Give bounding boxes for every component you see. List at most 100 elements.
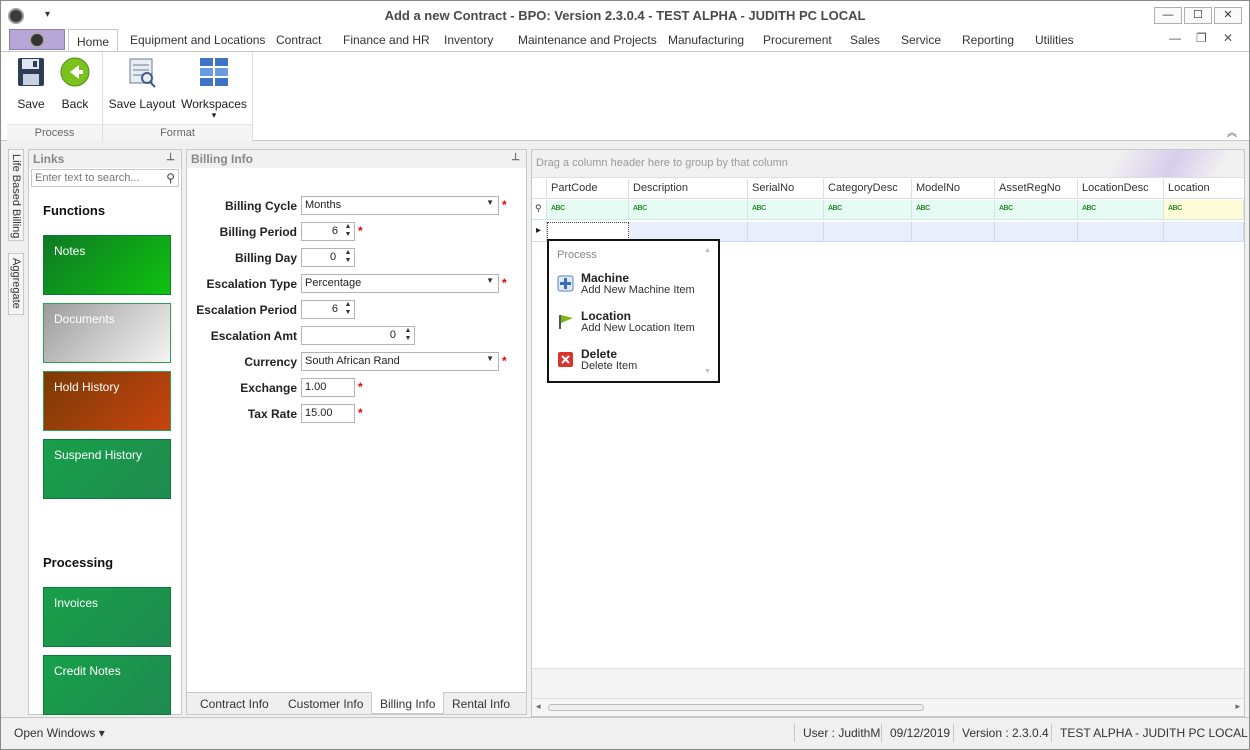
spinner-arrows-icon[interactable]: ▲ ▼ [403, 327, 413, 344]
ribbon: Save Back Process Save Layout Workspaces… [1, 51, 1249, 141]
exchange-input[interactable]: 1.00 [301, 378, 355, 397]
side-tab-life-based-billing[interactable]: Life Based Billing [8, 149, 24, 241]
application-menu-button[interactable] [9, 29, 65, 50]
collapse-ribbon-icon[interactable]: ︽ [1227, 124, 1237, 139]
ribbon-group-process: Save Back Process [7, 52, 103, 141]
filter-cell-description[interactable]: ABC [629, 200, 748, 220]
grid-cell-modelno[interactable] [912, 222, 995, 242]
notes-tile[interactable]: Notes [43, 235, 171, 295]
context-menu-caption: Process [557, 249, 597, 261]
grid-cell-serialno[interactable] [748, 222, 824, 242]
minimize-button[interactable]: — [1154, 7, 1182, 24]
tab-reporting[interactable]: Reporting [962, 33, 1014, 47]
save-button-label: Save [17, 97, 45, 111]
column-header-categorydesc[interactable]: CategoryDesc [824, 179, 912, 199]
column-header-locationdesc[interactable]: LocationDesc [1078, 179, 1164, 199]
documents-tile[interactable]: Documents [43, 303, 171, 363]
tax-rate-input[interactable]: 15.00 [301, 404, 355, 423]
grid-footer [532, 668, 1244, 698]
filter-cell-serialno[interactable]: ABC [748, 200, 824, 220]
column-header-location[interactable]: Location [1164, 179, 1244, 199]
tab-manufacturing[interactable]: Manufacturing [668, 33, 744, 47]
filter-cell-locationdesc[interactable]: ABC [1078, 200, 1164, 220]
grid-cell-locationdesc[interactable] [1078, 222, 1164, 242]
menu-item-location[interactable]: Location Add New Location Item [557, 309, 707, 337]
close-button[interactable]: ✕ [1214, 7, 1242, 24]
open-windows-button[interactable]: Open Windows ▾ [14, 726, 105, 740]
filter-cell-partcode[interactable]: ABC [547, 200, 629, 220]
tab-contract[interactable]: Contract [276, 33, 321, 47]
group-by-panel[interactable]: Drag a column header here to group by th… [532, 150, 1244, 178]
tab-procurement[interactable]: Procurement [763, 33, 832, 47]
links-search-placeholder: Enter text to search... [35, 172, 140, 184]
billing-period-spinner[interactable]: 6 ▲ ▼ [301, 222, 355, 241]
status-user: User : JudithM [803, 726, 881, 740]
spinner-arrows-icon[interactable]: ▲ ▼ [343, 249, 353, 266]
column-header-description[interactable]: Description [629, 179, 748, 199]
spinner-arrows-icon[interactable]: ▲ ▼ [343, 301, 353, 318]
filter-row-glyph: ⚲ [535, 203, 542, 213]
filter-cell-categorydesc[interactable]: ABC [824, 200, 912, 220]
grid-cell-categorydesc[interactable] [824, 222, 912, 242]
credit-notes-tile[interactable]: Credit Notes [43, 655, 171, 715]
tab-sales[interactable]: Sales [850, 33, 880, 47]
save-layout-button[interactable]: Save Layout [107, 56, 177, 111]
tab-customer-info[interactable]: Customer Info [288, 697, 363, 711]
filter-cell-assetregno[interactable]: ABC [995, 200, 1078, 220]
tab-contract-info[interactable]: Contract Info [200, 697, 269, 711]
pin-icon[interactable]: ⊥ [166, 152, 175, 163]
hold-history-tile[interactable]: Hold History [43, 371, 171, 431]
billing-cycle-select[interactable]: Months ▼ [301, 196, 499, 215]
filter-cell-modelno[interactable]: ABC [912, 200, 995, 220]
menu-scroll-up-icon[interactable]: ▲ [704, 247, 711, 254]
column-header-modelno[interactable]: ModelNo [912, 179, 995, 199]
mdi-restore-button[interactable]: ❐ [1196, 31, 1207, 45]
save-button[interactable]: Save [11, 56, 51, 111]
billing-period-label: Billing Period [219, 225, 297, 239]
tab-inventory[interactable]: Inventory [444, 33, 493, 47]
grid-cell-location[interactable] [1164, 222, 1244, 242]
invoices-tile[interactable]: Invoices [43, 587, 171, 647]
scrollbar-thumb[interactable] [548, 704, 924, 711]
menu-scroll-down-icon[interactable]: ▼ [704, 368, 711, 375]
tab-finance-and-hr[interactable]: Finance and HR [343, 33, 430, 47]
scroll-left-icon[interactable]: ◂ [536, 701, 541, 712]
required-marker: * [358, 224, 363, 238]
filter-cell-location[interactable]: ABC [1164, 200, 1244, 220]
side-tab-aggregate[interactable]: Aggregate [8, 253, 24, 315]
menu-item-machine[interactable]: Machine Add New Machine Item [557, 271, 707, 299]
tab-utilities[interactable]: Utilities [1035, 33, 1074, 47]
machine-add-icon [557, 275, 574, 292]
billing-cycle-label: Billing Cycle [224, 199, 297, 213]
mdi-minimize-button[interactable]: — [1169, 31, 1181, 45]
workspaces-button[interactable]: Workspaces ▾ [181, 56, 247, 120]
app-menu-logo-icon [29, 32, 45, 48]
tab-equipment-and-locations[interactable]: Equipment and Locations [130, 33, 265, 47]
column-header-serialno[interactable]: SerialNo [748, 179, 824, 199]
grid-cell-assetregno[interactable] [995, 222, 1078, 242]
scroll-right-icon[interactable]: ▸ [1235, 701, 1240, 712]
horizontal-scrollbar[interactable]: ◂ ▸ [532, 698, 1244, 716]
search-icon[interactable]: ⚲ [166, 171, 175, 185]
escalation-period-spinner[interactable]: 6 ▲ ▼ [301, 300, 355, 319]
escalation-amt-spinner[interactable]: 0 ▲ ▼ [301, 326, 415, 345]
menu-item-delete[interactable]: Delete Delete Item [557, 347, 707, 375]
spinner-arrows-icon[interactable]: ▲ ▼ [343, 223, 353, 240]
tab-rental-info[interactable]: Rental Info [452, 697, 510, 711]
currency-select[interactable]: South African Rand ▼ [301, 352, 499, 371]
pin-icon[interactable]: ⊥ [511, 152, 520, 163]
escalation-type-value: Percentage [305, 277, 362, 289]
suspend-history-tile[interactable]: Suspend History [43, 439, 171, 499]
maximize-button[interactable]: ☐ [1184, 7, 1212, 24]
tab-service[interactable]: Service [901, 33, 941, 47]
tab-billing-info[interactable]: Billing Info [371, 692, 445, 714]
column-header-assetregno[interactable]: AssetRegNo [995, 179, 1078, 199]
mdi-close-button[interactable]: ✕ [1223, 31, 1233, 45]
column-header-partcode[interactable]: PartCode [547, 179, 629, 199]
tab-home[interactable]: Home [68, 29, 119, 52]
links-search-input[interactable]: Enter text to search... ⚲ [31, 169, 179, 187]
tab-maintenance-and-projects[interactable]: Maintenance and Projects [518, 33, 657, 47]
back-button[interactable]: Back [55, 56, 95, 111]
escalation-type-select[interactable]: Percentage ▼ [301, 274, 499, 293]
billing-day-spinner[interactable]: 0 ▲ ▼ [301, 248, 355, 267]
